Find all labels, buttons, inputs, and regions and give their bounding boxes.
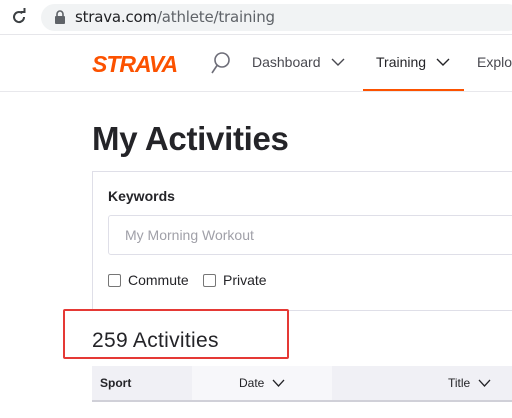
page-title: My Activities (92, 120, 289, 157)
strava-logo[interactable]: STRAVA (92, 52, 188, 74)
chevron-down-icon (272, 379, 285, 387)
commute-checkbox[interactable] (108, 273, 121, 287)
highlight-annotation-box (63, 309, 289, 359)
chevron-down-icon (436, 58, 450, 66)
lock-icon[interactable] (54, 10, 66, 24)
column-header-title-label: Title (448, 376, 471, 390)
nav-explore[interactable]: Explo (477, 54, 512, 70)
keywords-input[interactable] (109, 216, 512, 254)
search-icon[interactable] (210, 50, 232, 76)
column-header-title[interactable]: Title (448, 366, 491, 400)
column-header-date-label: Date (239, 376, 265, 390)
chevron-down-icon (478, 379, 491, 387)
nav-dashboard[interactable]: Dashboard (252, 54, 345, 70)
keywords-label: Keywords (108, 188, 175, 204)
active-nav-indicator (363, 89, 464, 91)
private-checkbox[interactable] (203, 273, 216, 287)
logo-text: STRAVA (92, 52, 177, 74)
column-header-date[interactable]: Date (239, 366, 285, 400)
column-header-sport[interactable]: Sport (100, 366, 131, 400)
chevron-down-icon (331, 58, 344, 66)
nav-training[interactable]: Training (376, 54, 450, 70)
private-label: Private (223, 272, 267, 288)
table-header-divider (92, 400, 512, 402)
url-text[interactable]: strava.com/athlete/training (75, 8, 275, 26)
commute-filter[interactable]: Commute (108, 272, 189, 288)
nav-explore-label: Explo (477, 54, 512, 70)
url-host: strava.com (75, 8, 157, 26)
url-path: /athlete/training (156, 8, 275, 26)
column-header-sport-label: Sport (100, 376, 132, 390)
nav-dashboard-label: Dashboard (252, 54, 321, 70)
keywords-input-wrapper (108, 215, 512, 255)
private-filter[interactable]: Private (203, 272, 267, 288)
nav-training-label: Training (376, 54, 427, 70)
commute-label: Commute (128, 272, 189, 288)
reload-icon[interactable] (10, 8, 28, 26)
